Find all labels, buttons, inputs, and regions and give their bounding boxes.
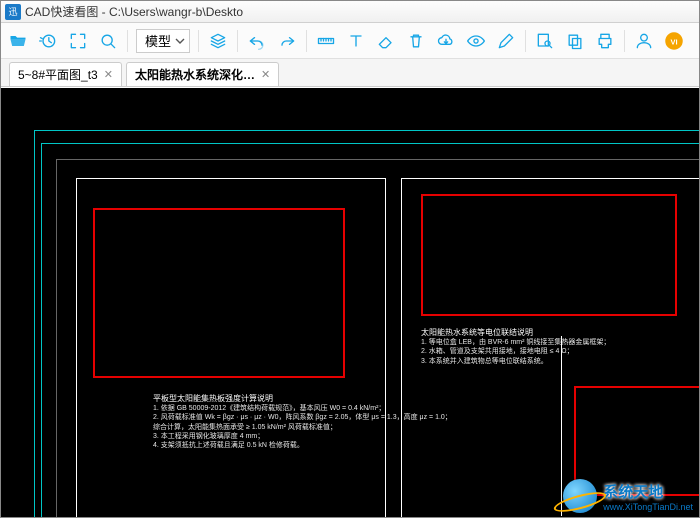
text-icon[interactable]	[345, 30, 367, 52]
text-line: 1. 等电位盒 LEB，由 BVR-6 mm² 铜线接至集热器金属框架；	[421, 338, 610, 347]
toolbar-divider	[127, 30, 128, 52]
window-title: CAD快速看图 - C:\Users\wangr-b\Deskto	[25, 3, 243, 20]
redo-icon[interactable]	[276, 30, 298, 52]
text-heading: 太阳能热水系统等电位联结说明	[421, 328, 610, 338]
watermark-brand: 系统天地	[603, 481, 693, 502]
text-block-right: 太阳能热水系统等电位联结说明 1. 等电位盒 LEB，由 BVR-6 mm² 铜…	[421, 328, 610, 366]
find-icon[interactable]	[534, 30, 556, 52]
tab-label: 5~8#平面图_t3	[18, 66, 98, 83]
toolbar-divider	[624, 30, 625, 52]
chevron-down-icon	[175, 36, 185, 46]
delete-icon[interactable]	[405, 30, 427, 52]
document-tab-bar: 5~8#平面图_t3 ✕ 太阳能热水系统深化… ✕	[1, 59, 699, 87]
tab-label: 太阳能热水系统深化…	[135, 66, 255, 83]
undo-icon[interactable]	[246, 30, 268, 52]
viewport-red	[421, 194, 677, 316]
user-icon[interactable]	[633, 30, 655, 52]
measure-icon[interactable]	[315, 30, 337, 52]
toolbar-divider	[306, 30, 307, 52]
close-icon[interactable]: ✕	[104, 68, 113, 81]
print-icon[interactable]	[594, 30, 616, 52]
history-icon[interactable]	[37, 30, 59, 52]
copy-icon[interactable]	[564, 30, 586, 52]
cloud-download-icon[interactable]	[435, 30, 457, 52]
svg-text:VI: VI	[670, 37, 677, 46]
toolbar-divider	[198, 30, 199, 52]
open-icon[interactable]	[7, 30, 29, 52]
close-icon[interactable]: ✕	[261, 68, 270, 81]
watermark-url: www.XiTongTianDi.net	[603, 502, 693, 512]
layers-icon[interactable]	[207, 30, 229, 52]
tab-inactive[interactable]: 5~8#平面图_t3 ✕	[9, 62, 122, 86]
model-space-label: 模型	[145, 31, 171, 50]
zoom-icon[interactable]	[97, 30, 119, 52]
vip-icon[interactable]: VI	[663, 30, 685, 52]
model-space-select[interactable]: 模型	[136, 29, 190, 53]
main-toolbar: 模型 VI	[1, 23, 699, 59]
edit-pen-icon[interactable]	[495, 30, 517, 52]
toolbar-divider	[525, 30, 526, 52]
globe-icon	[563, 479, 597, 513]
visibility-icon[interactable]	[465, 30, 487, 52]
watermark: 系统天地 www.XiTongTianDi.net	[563, 479, 693, 513]
app-logo: 迅	[5, 4, 21, 20]
drawing-canvas[interactable]: 平板型太阳能集热板强度计算说明 1. 依据 GB 50009-2012《建筑结构…	[1, 88, 699, 517]
zoom-extents-icon[interactable]	[67, 30, 89, 52]
erase-icon[interactable]	[375, 30, 397, 52]
tab-active[interactable]: 太阳能热水系统深化… ✕	[126, 62, 279, 86]
toolbar-divider	[237, 30, 238, 52]
viewport-red	[93, 208, 345, 378]
text-line: 3. 本系统并入建筑物总等电位联结系统。	[421, 357, 610, 366]
title-bar: 迅 CAD快速看图 - C:\Users\wangr-b\Deskto	[1, 1, 699, 23]
text-line: 2. 水箱、管道及支架共用接地，接地电阻 ≤ 4 Ω；	[421, 347, 610, 356]
